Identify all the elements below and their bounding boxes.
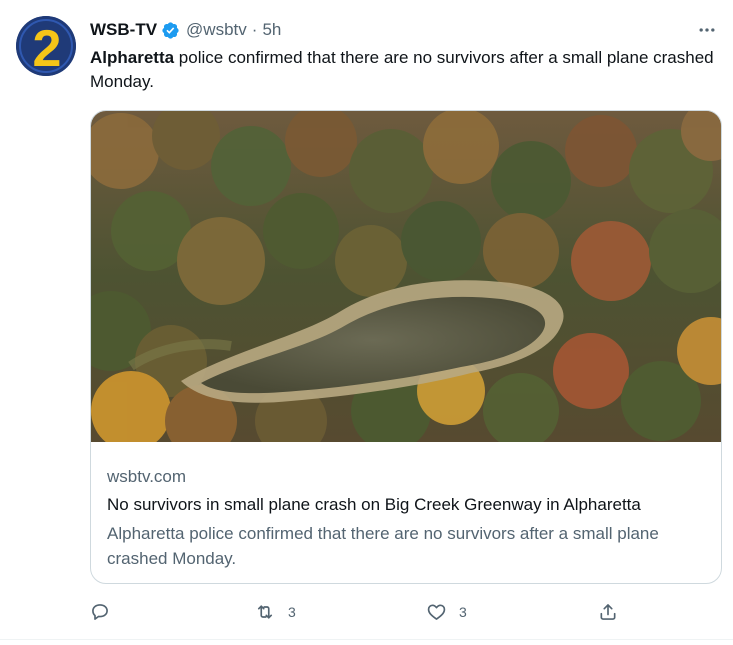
tweet-text: Alpharetta police confirmed that there a…	[90, 46, 720, 94]
reply-icon	[92, 604, 108, 620]
retweet-button[interactable]: 3	[254, 598, 296, 626]
heart-icon	[427, 604, 446, 620]
tweet-text-rest: police confirmed that there are no survi…	[90, 48, 714, 91]
card-meta: wsbtv.com No survivors in small plane cr…	[107, 466, 712, 571]
like-button[interactable]: 3	[426, 598, 467, 626]
reply-button[interactable]	[90, 598, 110, 626]
separator: ·	[251, 20, 258, 39]
retweet-icon	[257, 605, 273, 619]
more-options-button[interactable]	[695, 18, 719, 42]
link-card[interactable]: wsbtv.com No survivors in small plane cr…	[90, 110, 722, 584]
retweet-count: 3	[288, 604, 296, 620]
verified-badge-icon	[161, 21, 180, 40]
display-name[interactable]: WSB-TV	[90, 20, 157, 40]
wsb-channel-2-logo-icon: 2	[16, 16, 76, 76]
aerial-pond-forest-photo-icon	[91, 111, 721, 457]
timestamp[interactable]: 5h	[262, 20, 281, 40]
more-horizontal-icon	[699, 28, 715, 32]
card-image[interactable]	[91, 111, 721, 457]
tweet[interactable]: 2 WSB-TV @wsbtv · 5h Alpharetta police c…	[0, 0, 733, 640]
card-domain: wsbtv.com	[107, 467, 187, 486]
card-description: Alpharetta police confirmed that there a…	[107, 524, 659, 568]
card-title[interactable]: No survivors in small plane crash on Big…	[107, 494, 712, 516]
share-icon	[600, 604, 616, 620]
share-button[interactable]	[598, 598, 618, 626]
tweet-header: WSB-TV @wsbtv · 5h	[90, 18, 281, 42]
svg-text:2: 2	[33, 20, 62, 76]
tweet-text-bold[interactable]: Alpharetta	[90, 48, 174, 67]
action-bar: 3 3	[90, 598, 630, 626]
avatar[interactable]: 2	[16, 16, 76, 76]
like-count: 3	[459, 604, 467, 620]
handle[interactable]: @wsbtv	[186, 20, 247, 40]
